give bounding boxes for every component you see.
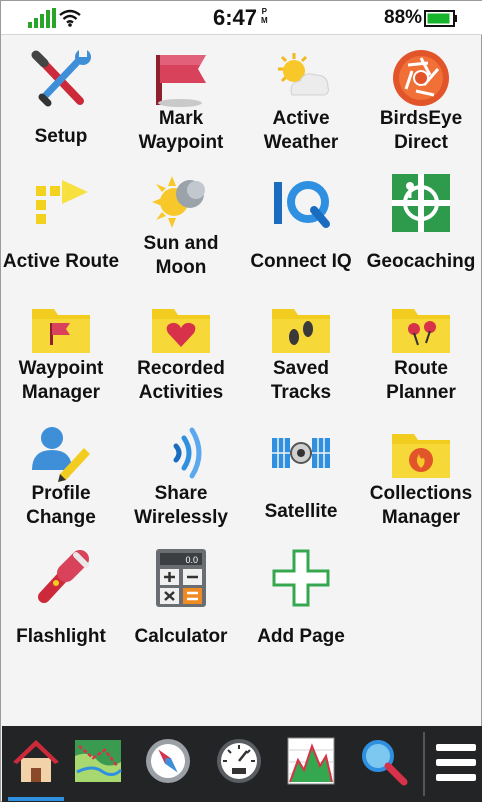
app-label: Recorded Activities <box>137 358 225 403</box>
profile-pencil-icon <box>32 427 90 482</box>
app-flashlight[interactable]: Flashlight <box>1 535 121 660</box>
app-label: Geocaching <box>366 251 476 272</box>
folder-footprints-icon <box>272 309 330 353</box>
sun-moon-icon <box>152 176 205 228</box>
app-label: Waypoint Manager <box>18 358 104 403</box>
app-label: Collections Manager <box>369 483 473 528</box>
folder-heart-icon <box>152 309 210 353</box>
home-icon[interactable] <box>11 736 61 786</box>
bottom-dock <box>2 726 482 802</box>
search-icon[interactable] <box>358 736 408 786</box>
app-waypoint-manager[interactable]: Waypoint Manager <box>1 285 121 410</box>
map-icon[interactable] <box>73 736 123 786</box>
satellite-icon <box>272 438 330 468</box>
flag-icon <box>156 55 206 107</box>
wireless-waves-icon <box>173 427 202 479</box>
app-setup[interactable]: Setup <box>1 35 121 160</box>
flashlight-icon <box>38 550 89 603</box>
app-birdseye-direct[interactable]: BirdsEye Direct <box>361 35 481 160</box>
app-label: Connect IQ <box>250 251 352 272</box>
app-active-weather[interactable]: Active Weather <box>241 35 361 160</box>
app-label: Calculator <box>134 626 228 647</box>
device-screen: 6:47 P M 88% Setup Mark Waypoint Active … <box>0 0 482 802</box>
menu-icon[interactable] <box>434 738 478 788</box>
battery-percent: 88% <box>384 7 423 28</box>
app-collections-manager[interactable]: Collections Manager <box>361 410 481 535</box>
folder-pins-icon <box>392 309 450 353</box>
app-label: Add Page <box>257 626 345 647</box>
app-label: Active Route <box>2 251 120 272</box>
app-mark-waypoint[interactable]: Mark Waypoint <box>121 35 241 160</box>
app-label: Share Wirelessly <box>134 483 228 528</box>
app-label: Satellite <box>264 501 338 522</box>
app-profile-change[interactable]: Profile Change <box>1 410 121 535</box>
route-arrow-icon <box>36 180 88 224</box>
app-label: Active Weather <box>263 108 339 153</box>
sun-cloud-icon <box>278 53 329 96</box>
app-label: Flashlight <box>16 626 106 647</box>
app-share-wirelessly[interactable]: Share Wirelessly <box>121 410 241 535</box>
app-connect-iq[interactable]: Connect IQ <box>241 160 361 285</box>
clock-ampm-bottom: M <box>261 16 268 25</box>
dock-divider <box>423 732 425 796</box>
app-active-route[interactable]: Active Route <box>1 160 121 285</box>
app-grid: Setup Mark Waypoint Active Weather Birds… <box>1 35 482 725</box>
clock-ampm: P M <box>261 7 268 25</box>
app-label: Setup <box>34 126 88 147</box>
folder-flag-icon <box>32 309 90 353</box>
app-label: Mark Waypoint <box>138 108 224 153</box>
app-satellite[interactable]: Satellite <box>241 410 361 535</box>
clock-time: 6:47 <box>213 5 258 30</box>
app-label: Profile Change <box>26 483 96 528</box>
cell-signal-icon <box>28 8 56 28</box>
app-recorded-activities[interactable]: Recorded Activities <box>121 285 241 410</box>
aperture-icon <box>393 50 449 106</box>
battery-icon <box>424 10 457 27</box>
app-saved-tracks[interactable]: Saved Tracks <box>241 285 361 410</box>
elevation-plot-icon[interactable] <box>286 736 336 786</box>
app-sun-and-moon[interactable]: Sun and Moon <box>121 160 241 285</box>
app-calculator[interactable]: 0.0 Calculator <box>121 535 241 660</box>
wrench-screwdriver-icon <box>31 49 91 107</box>
trip-computer-icon[interactable] <box>214 736 264 786</box>
calculator-icon: 0.0 <box>156 549 206 607</box>
app-label: BirdsEye Direct <box>379 108 463 153</box>
geocaching-icon <box>392 174 450 232</box>
app-label: Saved Tracks <box>270 358 332 403</box>
app-add-page[interactable]: Add Page <box>241 535 361 660</box>
app-label: Route Planner <box>386 358 456 403</box>
clock-ampm-top: P <box>261 7 267 16</box>
folder-flame-icon <box>392 434 450 478</box>
app-route-planner[interactable]: Route Planner <box>361 285 481 410</box>
app-label: Sun and Moon <box>143 233 219 278</box>
status-bar: 6:47 P M 88% <box>1 1 482 35</box>
connect-iq-icon <box>274 181 330 228</box>
active-indicator <box>8 797 64 801</box>
compass-icon[interactable] <box>143 736 193 786</box>
plus-icon <box>272 549 330 607</box>
calculator-display: 0.0 <box>185 555 198 565</box>
app-geocaching[interactable]: Geocaching <box>361 160 481 285</box>
wifi-icon <box>59 9 81 27</box>
